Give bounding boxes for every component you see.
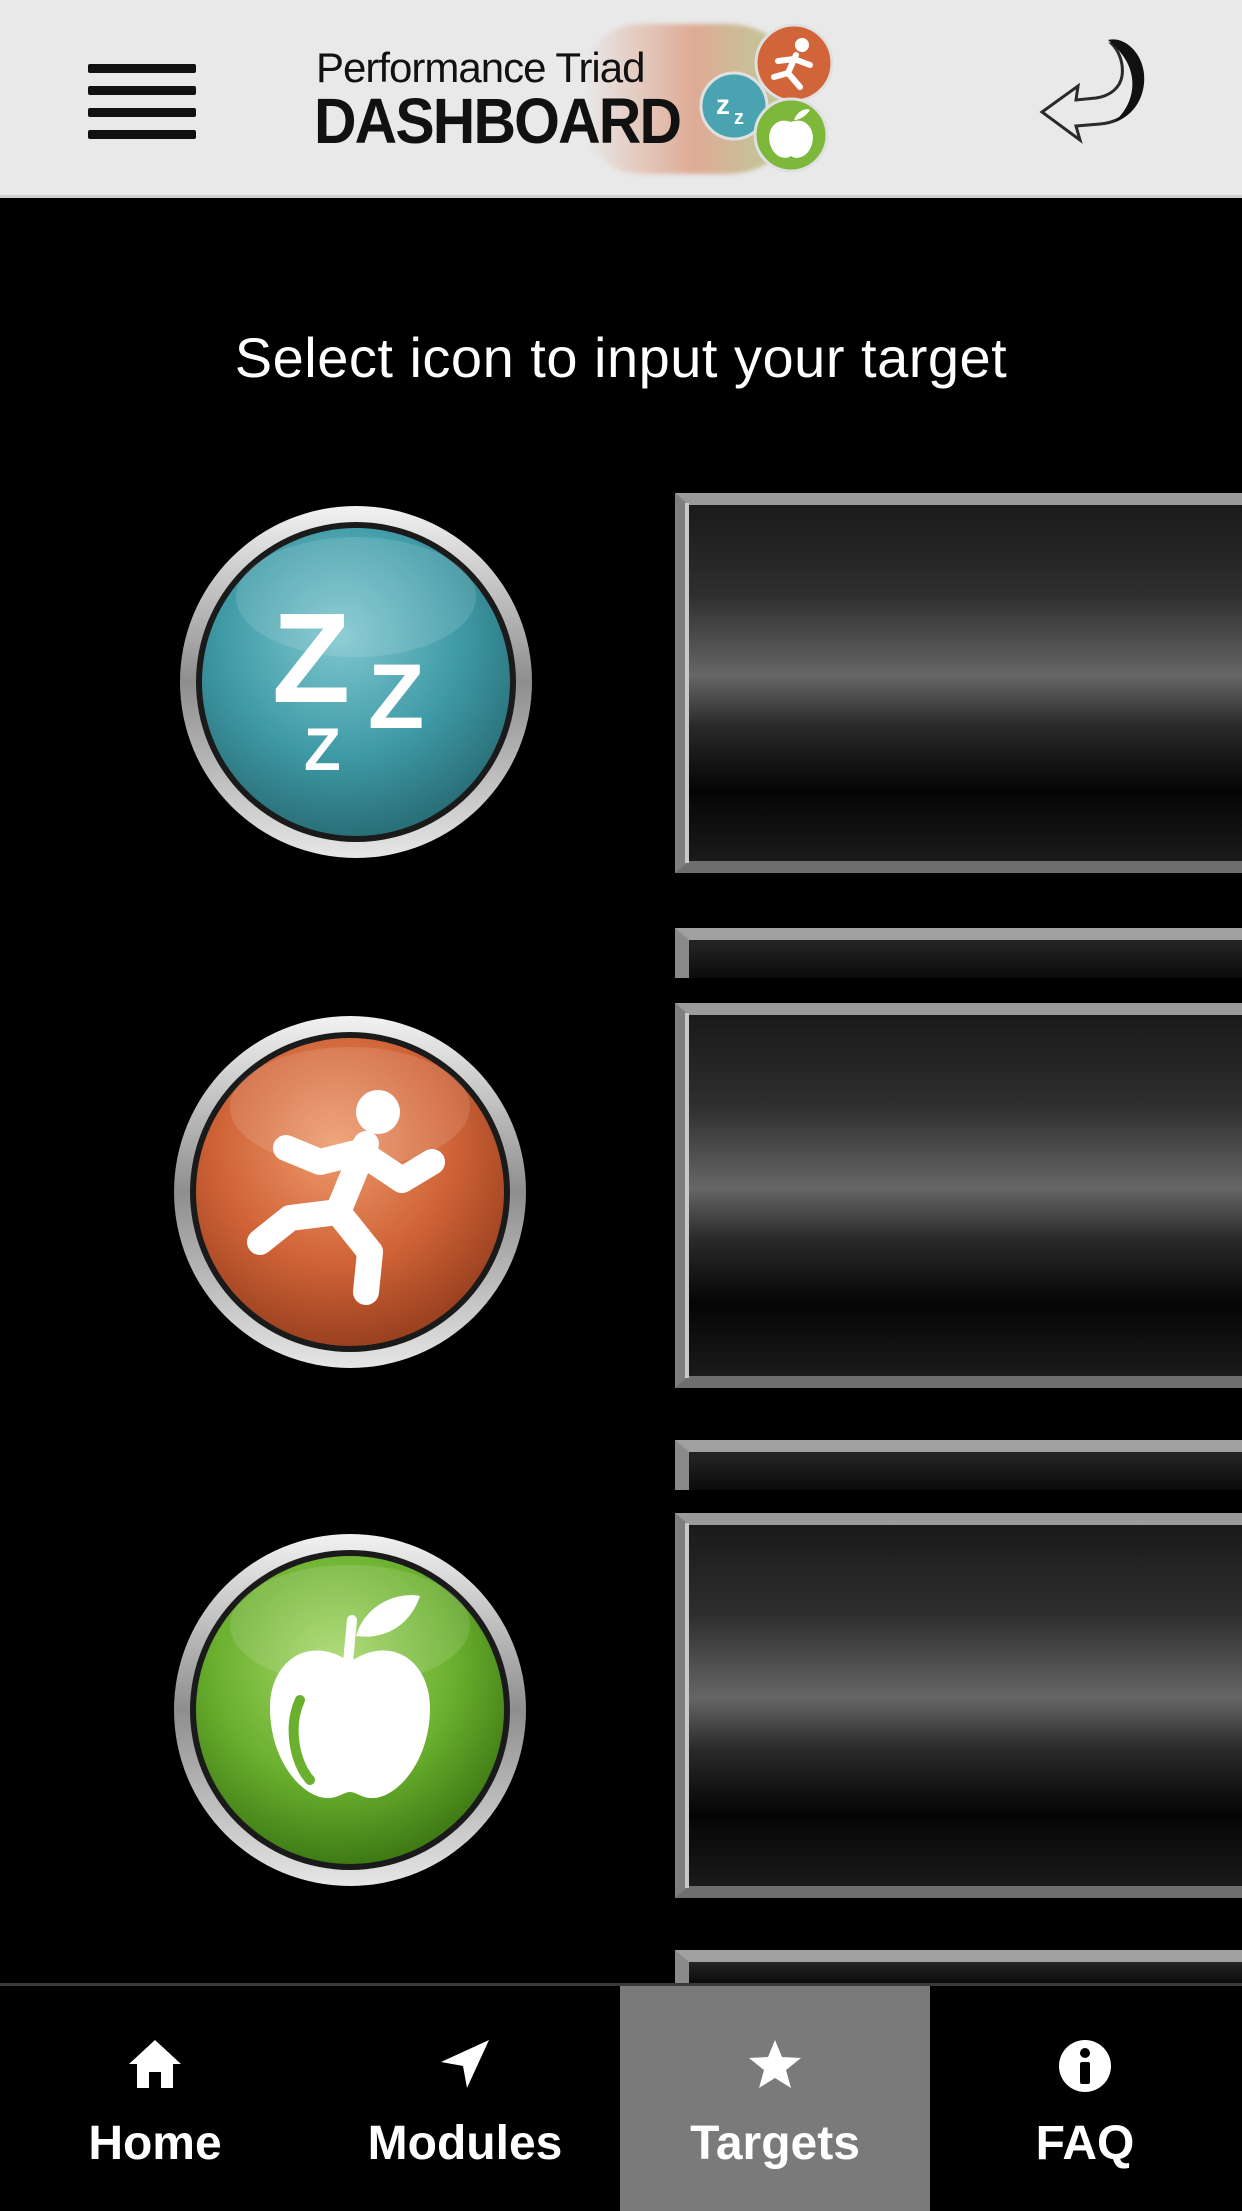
apple-icon: [174, 1534, 526, 1886]
activity-target-button[interactable]: [170, 1012, 530, 1372]
nutrition-target-button[interactable]: [170, 1530, 530, 1890]
bottom-tab-bar: Home Modules Targets FAQ: [0, 1983, 1242, 2211]
svg-text:Z: Z: [304, 716, 341, 783]
svg-text:Z: Z: [272, 587, 350, 730]
sleep-target-panel[interactable]: [675, 493, 1242, 873]
tab-targets[interactable]: Targets: [620, 1986, 930, 2211]
activity-target-sub-panel[interactable]: [675, 1440, 1242, 1490]
tab-targets-label: Targets: [690, 2117, 860, 2170]
svg-text:Z: Z: [368, 646, 424, 748]
info-icon: [1059, 2040, 1111, 2092]
app-header: Performance Triad DASHBOARD z z: [0, 0, 1242, 198]
performance-triad-logo: Performance Triad DASHBOARD z z: [314, 18, 834, 178]
logo-icons: z z: [699, 23, 834, 173]
tab-home-label: Home: [88, 2117, 222, 2170]
star-icon: [749, 2040, 801, 2088]
sleep-zzz-icon: Z Z Z: [180, 506, 532, 858]
home-icon: [129, 2040, 181, 2088]
hamburger-menu-icon: [88, 64, 196, 73]
activity-target-panel[interactable]: [675, 1003, 1242, 1388]
instruction-text: Select icon to input your target: [234, 326, 1008, 389]
back-arrow-icon: [1039, 39, 1145, 144]
tab-home[interactable]: Home: [0, 1986, 310, 2211]
tab-modules-label: Modules: [367, 2117, 563, 2170]
sleep-target-button[interactable]: Z Z Z: [176, 502, 536, 862]
tab-modules[interactable]: Modules: [310, 1986, 620, 2211]
tab-faq[interactable]: FAQ: [930, 1986, 1240, 2211]
nutrition-target-panel[interactable]: [675, 1513, 1242, 1898]
running-person-icon: [174, 1016, 526, 1368]
menu-button[interactable]: [88, 64, 196, 140]
nutrition-target-sub-panel[interactable]: [675, 1950, 1242, 1983]
svg-text:z: z: [734, 107, 744, 129]
sleep-target-sub-panel[interactable]: [675, 928, 1242, 978]
location-arrow-icon: [441, 2040, 489, 2088]
tab-faq-label: FAQ: [1035, 2117, 1135, 2170]
back-button[interactable]: [1034, 36, 1154, 146]
svg-text:z: z: [716, 89, 730, 120]
